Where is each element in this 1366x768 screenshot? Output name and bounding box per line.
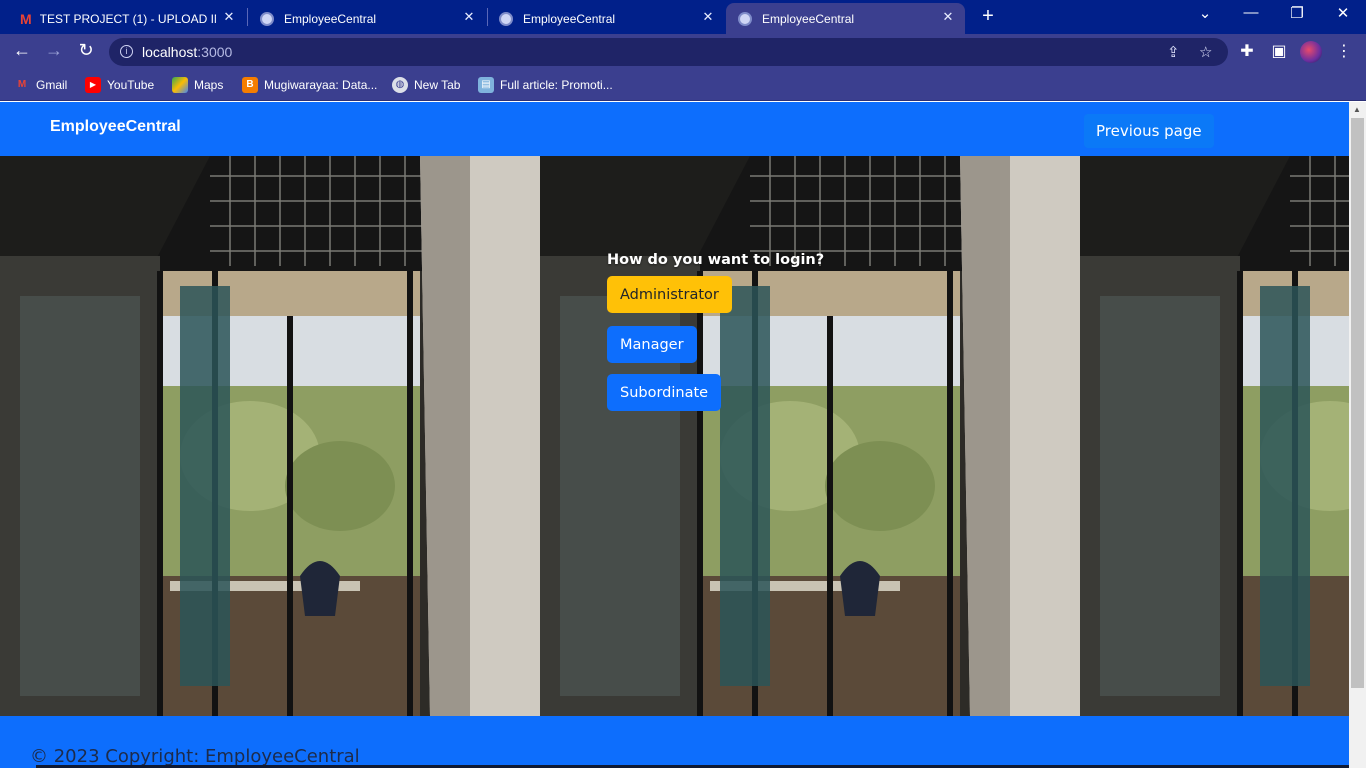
side-panel-icon[interactable]: ▣	[1269, 41, 1289, 61]
bookmark-label: Maps	[194, 78, 224, 92]
gmail-icon: M	[20, 10, 32, 27]
maps-icon	[172, 77, 188, 93]
login-question: How do you want to login?	[607, 252, 825, 268]
bookmark-youtube[interactable]: ▶ YouTube	[85, 77, 154, 93]
tab-employeecentral-1[interactable]: EmployeeCentral ✕	[248, 3, 486, 34]
bookmark-gmail[interactable]: M Gmail	[14, 77, 68, 93]
minimize-icon[interactable]: —	[1239, 4, 1263, 21]
manager-button[interactable]: Manager	[607, 326, 697, 363]
tab-employeecentral-active[interactable]: EmployeeCentral ✕	[726, 3, 965, 34]
share-icon[interactable]: ⇪	[1167, 43, 1180, 61]
close-tab-icon[interactable]: ✕	[460, 9, 478, 25]
forward-icon[interactable]: →	[42, 40, 66, 61]
login-role-selector: How do you want to login? Administrator …	[607, 252, 825, 411]
tab-title: EmployeeCentral	[523, 11, 616, 26]
page-scrollbar[interactable]: ▲	[1349, 102, 1366, 768]
previous-page-button[interactable]: Previous page	[1084, 114, 1214, 148]
close-window-icon[interactable]: ✕	[1331, 4, 1355, 22]
site-navbar: EmployeeCentral Previous page	[0, 102, 1349, 156]
url-host: localhost	[142, 44, 198, 60]
bookmark-new-tab[interactable]: ◍ New Tab	[392, 77, 460, 93]
tab-gmail[interactable]: M TEST PROJECT (1) - UPLOAD INST ✕	[8, 3, 246, 34]
react-icon	[260, 11, 274, 26]
office-photo-panel	[540, 156, 1080, 716]
office-photo	[1080, 156, 1349, 716]
bookmark-blogger[interactable]: B Mugiwarayaa: Data...	[242, 77, 377, 93]
close-tab-icon[interactable]: ✕	[220, 9, 238, 25]
browser-tab-strip: M TEST PROJECT (1) - UPLOAD INST ✕ Emplo…	[0, 0, 1366, 34]
youtube-icon: ▶	[85, 77, 101, 93]
hero-background: How do you want to login? Administrator …	[0, 156, 1349, 716]
restore-icon[interactable]: ❐	[1285, 4, 1309, 22]
site-footer: © 2023 Copyright: EmployeeCentral	[0, 716, 1349, 768]
site-info-icon[interactable]: i	[120, 45, 133, 58]
administrator-button[interactable]: Administrator	[607, 276, 732, 313]
react-icon	[499, 11, 513, 26]
reload-icon[interactable]: ↻	[74, 40, 98, 61]
tab-title: TEST PROJECT (1) - UPLOAD INST	[39, 11, 216, 26]
bookmark-label: Gmail	[36, 78, 68, 92]
bookmarks-bar: M Gmail ▶ YouTube Maps B Mugiwarayaa: Da…	[0, 70, 1366, 101]
article-icon: ▤	[478, 77, 494, 93]
bookmark-label: YouTube	[107, 78, 155, 92]
bookmark-label: New Tab	[414, 78, 461, 92]
scrollbar-thumb[interactable]	[1351, 118, 1364, 688]
scroll-up-icon[interactable]: ▲	[1353, 105, 1361, 114]
close-tab-icon[interactable]: ✕	[939, 9, 957, 25]
office-photo	[540, 156, 1080, 716]
globe-icon: ◍	[392, 77, 408, 93]
tab-employeecentral-2[interactable]: EmployeeCentral ✕	[487, 3, 725, 34]
office-photo-panel	[0, 156, 540, 716]
office-photo	[0, 156, 540, 716]
copyright-text: © 2023 Copyright: EmployeeCentral	[30, 746, 360, 767]
close-tab-icon[interactable]: ✕	[699, 9, 717, 25]
brand-logo-text[interactable]: EmployeeCentral	[50, 118, 181, 136]
bookmark-label: Mugiwarayaa: Data...	[264, 78, 378, 92]
tab-title: EmployeeCentral	[284, 11, 377, 26]
bookmark-label: Full article: Promoti...	[500, 78, 613, 92]
address-bar[interactable]: i localhost:3000 ⇪ ☆	[109, 38, 1228, 66]
bookmark-maps[interactable]: Maps	[172, 77, 223, 93]
url-text: localhost:3000	[142, 44, 232, 60]
bookmark-article[interactable]: ▤ Full article: Promoti...	[478, 77, 613, 93]
tab-title: EmployeeCentral	[762, 11, 855, 26]
office-photo-panel	[1080, 156, 1349, 716]
back-icon[interactable]: ←	[10, 40, 34, 61]
new-tab-icon[interactable]: +	[977, 5, 999, 28]
profile-avatar[interactable]	[1300, 41, 1322, 63]
tab-search-icon[interactable]: ⌄	[1193, 4, 1217, 22]
menu-kebab-icon[interactable]: ⋮	[1334, 41, 1354, 61]
subordinate-button[interactable]: Subordinate	[607, 374, 722, 411]
url-port: :3000	[197, 44, 233, 60]
page-viewport: EmployeeCentral Previous page How do you…	[0, 102, 1366, 768]
extensions-icon[interactable]: ✚	[1237, 41, 1257, 61]
gmail-icon: M	[17, 79, 27, 90]
browser-toolbar: ← → ↻ i localhost:3000 ⇪ ☆ ✚ ▣ ⋮	[0, 34, 1366, 70]
react-icon	[738, 11, 752, 26]
blogger-icon: B	[242, 77, 258, 93]
bookmark-star-icon[interactable]: ☆	[1199, 43, 1212, 61]
